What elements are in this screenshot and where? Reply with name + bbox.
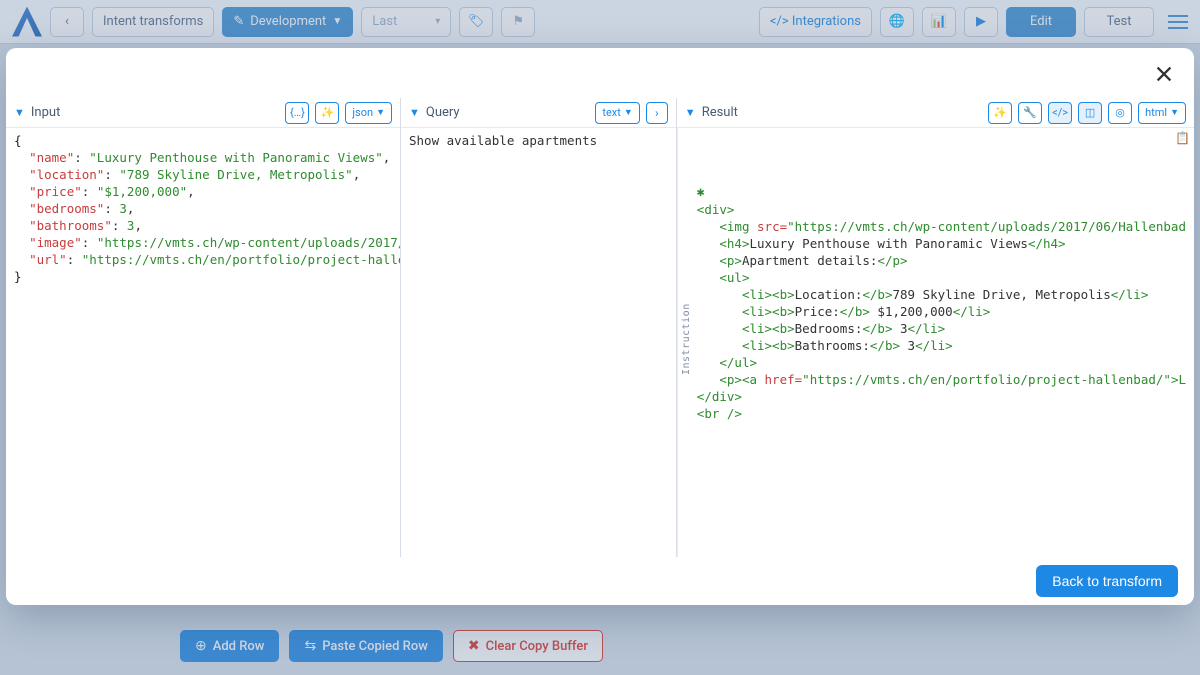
input-title: Input — [31, 105, 280, 120]
bottombar: ⊕Add Row ⇆Paste Copied Row ✖Clear Copy B… — [0, 617, 1200, 675]
tag-icon-button[interactable]: 🏷 — [459, 7, 493, 37]
query-pane: ▼ Query text ▼ › Show available apartmen… — [401, 98, 677, 557]
copy-icon[interactable]: 📋 — [1175, 130, 1190, 147]
input-pane: ▼ Input {…} ✨ json ▼ { "name": "Luxury P… — [6, 98, 401, 557]
paste-row-button[interactable]: ⇆Paste Copied Row — [289, 630, 442, 662]
instruction-rail: Instruction — [677, 128, 695, 557]
query-title: Query — [426, 105, 589, 120]
test-button[interactable]: Test — [1084, 7, 1154, 37]
result-editor[interactable]: Instruction 📋 ✱ <div> <img src="https://… — [677, 128, 1194, 557]
query-editor[interactable]: Show available apartments — [401, 128, 676, 557]
breadcrumb[interactable]: Intent transforms — [92, 7, 214, 37]
date-range-select[interactable]: Last▾ — [361, 7, 451, 37]
collapse-icon[interactable]: ▼ — [409, 106, 420, 119]
wand-icon[interactable]: 🔧 — [1018, 102, 1042, 124]
star-icon: ✱ — [697, 185, 705, 200]
collapse-icon[interactable]: ▼ — [685, 106, 696, 119]
flag-icon-button[interactable]: ⚑ — [501, 7, 535, 37]
menu-icon[interactable] — [1168, 15, 1188, 29]
back-button[interactable]: ‹ — [50, 7, 84, 37]
back-to-transform-button[interactable]: Back to transform — [1036, 565, 1178, 597]
braces-icon[interactable]: {…} — [285, 102, 309, 124]
environment-select[interactable]: ✎Development▼ — [222, 7, 353, 37]
close-icon[interactable] — [1146, 56, 1182, 92]
columns-icon[interactable]: ◫ — [1078, 102, 1102, 124]
globe-icon-button[interactable]: 🌐 — [880, 7, 914, 37]
topbar: ‹ Intent transforms ✎Development▼ Last▾ … — [0, 0, 1200, 44]
result-format-select[interactable]: html ▼ — [1138, 102, 1186, 124]
wand-icon[interactable]: ✨ — [315, 102, 339, 124]
input-editor[interactable]: { "name": "Luxury Penthouse with Panoram… — [6, 128, 400, 557]
result-title: Result — [702, 105, 982, 120]
integrations-button[interactable]: </> Integrations — [759, 7, 872, 37]
collapse-icon[interactable]: ▼ — [14, 106, 25, 119]
run-icon[interactable]: › — [646, 102, 668, 124]
edit-button[interactable]: Edit — [1006, 7, 1076, 37]
transform-modal: ▼ Input {…} ✨ json ▼ { "name": "Luxury P… — [6, 48, 1194, 605]
eye-icon[interactable]: ◎ — [1108, 102, 1132, 124]
code-icon[interactable]: </> — [1048, 102, 1072, 124]
result-pane: ▼ Result ✨ 🔧 </> ◫ ◎ html ▼ Instruction … — [677, 98, 1194, 557]
input-format-select[interactable]: json ▼ — [345, 102, 392, 124]
play-icon-button[interactable]: ▶ — [964, 7, 998, 37]
app-logo — [12, 7, 42, 37]
add-row-button[interactable]: ⊕Add Row — [180, 630, 279, 662]
clear-buffer-button[interactable]: ✖Clear Copy Buffer — [453, 630, 603, 662]
query-format-select[interactable]: text ▼ — [595, 102, 639, 124]
sparkle-icon[interactable]: ✨ — [988, 102, 1012, 124]
analytics-icon-button[interactable]: 📊 — [922, 7, 956, 37]
